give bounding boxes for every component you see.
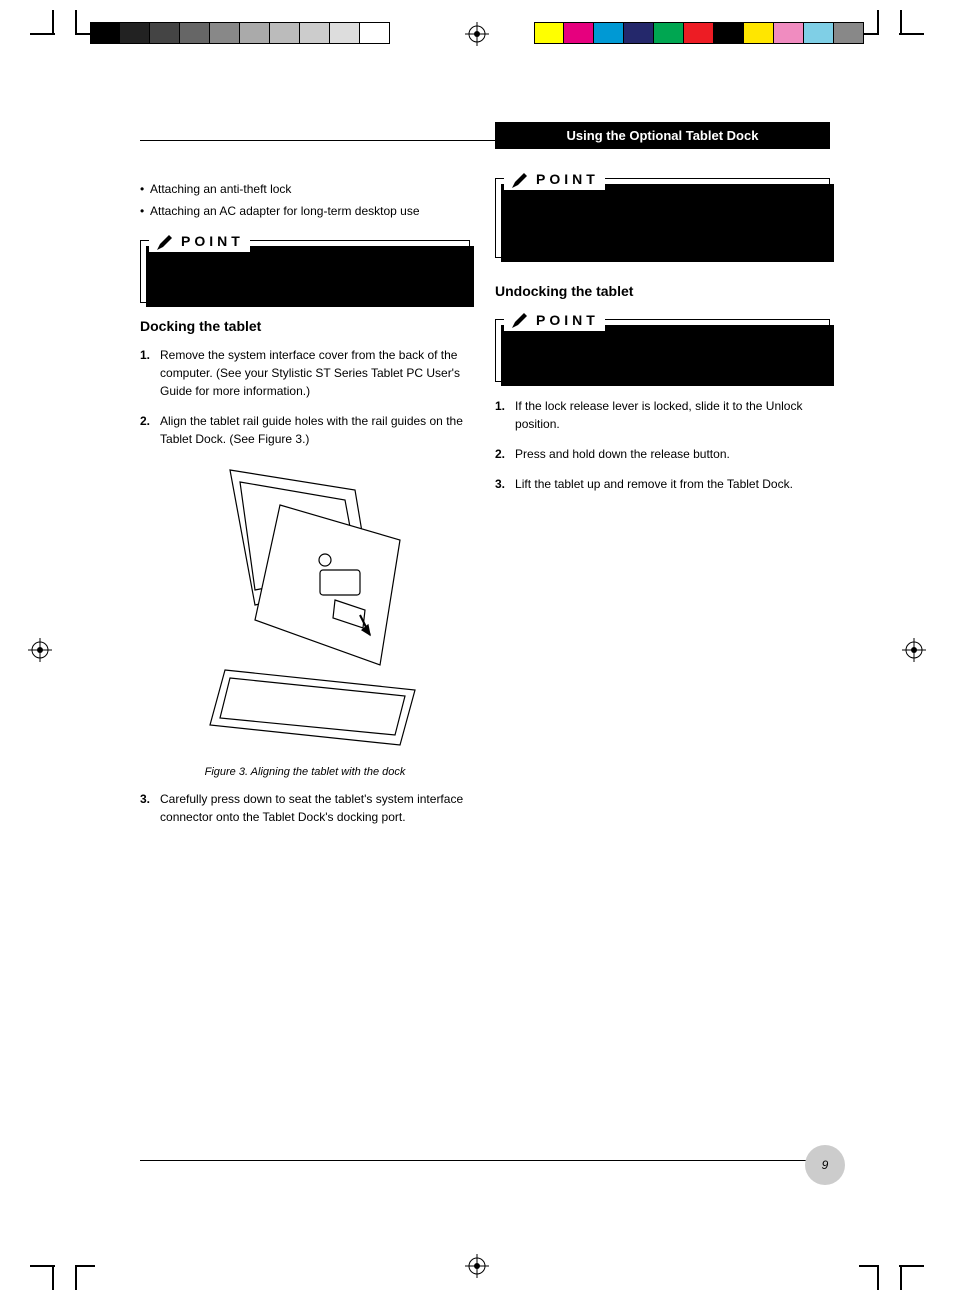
step-number: 2.: [140, 412, 150, 448]
section-heading: Undocking the tablet: [495, 283, 830, 299]
color-bar: [534, 22, 864, 44]
crop-mark: [52, 1265, 54, 1290]
footer-rule: [140, 1160, 830, 1161]
step-item: 3. Lift the tablet up and remove it from…: [495, 475, 830, 493]
point-label: POINT: [181, 231, 244, 252]
crop-mark: [877, 1265, 879, 1290]
crop-mark: [75, 1265, 77, 1290]
step-text: Align the tablet rail guide holes with t…: [160, 412, 470, 448]
point-text: Remove the pen from the pen holder befor…: [508, 336, 817, 369]
page-title: Using the Optional Tablet Dock: [495, 122, 830, 149]
figure-illustration: [170, 460, 430, 760]
step-text: Remove the system interface cover from t…: [160, 346, 470, 400]
step-text: Carefully press down to seat the tablet'…: [160, 790, 470, 826]
step-number: 3.: [140, 790, 150, 826]
step-text: Lift the tablet up and remove it from th…: [515, 475, 793, 493]
step-text: Press and hold down the release button.: [515, 445, 730, 463]
registration-mark-icon: [902, 638, 926, 662]
step-number: 3.: [495, 475, 505, 493]
point-callout: POINT Remove the pen from the pen holder…: [140, 240, 470, 303]
figure-caption: Figure 3. Aligning the tablet with the d…: [140, 766, 470, 778]
point-callout: POINT Remove the pen from the pen holder…: [495, 319, 830, 382]
list-item: Attaching an AC adapter for long-term de…: [140, 202, 470, 220]
page-number: 9: [805, 1145, 845, 1185]
registration-mark-icon: [465, 1254, 489, 1278]
crop-mark: [30, 33, 55, 35]
point-text: Remove the pen from the pen holder befor…: [153, 257, 457, 290]
crop-mark: [75, 10, 77, 35]
step-item: 2. Align the tablet rail guide holes wit…: [140, 412, 470, 448]
crop-mark: [899, 1265, 924, 1267]
crop-mark: [899, 33, 924, 35]
step-number: 1.: [495, 397, 505, 433]
pencil-icon: [510, 310, 530, 330]
step-number: 1.: [140, 346, 150, 400]
point-label: POINT: [536, 169, 599, 190]
crop-mark: [900, 1265, 902, 1290]
grayscale-bar: [90, 22, 390, 44]
crop-mark: [877, 10, 879, 35]
crop-mark: [900, 10, 902, 35]
registration-mark-icon: [28, 638, 52, 662]
step-number: 2.: [495, 445, 505, 463]
step-text: If the lock release lever is locked, sli…: [515, 397, 830, 433]
crop-mark: [75, 1265, 95, 1267]
pencil-icon: [155, 232, 175, 252]
crop-mark: [52, 10, 54, 35]
registration-mark-icon: [465, 22, 489, 46]
step-item: 3. Carefully press down to seat the tabl…: [140, 790, 470, 826]
step-item: 1. If the lock release lever is locked, …: [495, 397, 830, 433]
pencil-icon: [510, 170, 530, 190]
crop-mark: [859, 1265, 879, 1267]
intro-list: Attaching an anti-theft lock Attaching a…: [140, 180, 470, 220]
point-text: If the Tablet PC is in video mirror mode…: [508, 195, 817, 245]
step-item: 2. Press and hold down the release butto…: [495, 445, 830, 463]
section-heading: Docking the tablet: [140, 318, 470, 334]
point-label: POINT: [536, 310, 599, 331]
list-item: Attaching an anti-theft lock: [140, 180, 470, 198]
crop-mark: [30, 1265, 55, 1267]
point-callout: POINT If the Tablet PC is in video mirro…: [495, 178, 830, 258]
step-item: 1. Remove the system interface cover fro…: [140, 346, 470, 400]
